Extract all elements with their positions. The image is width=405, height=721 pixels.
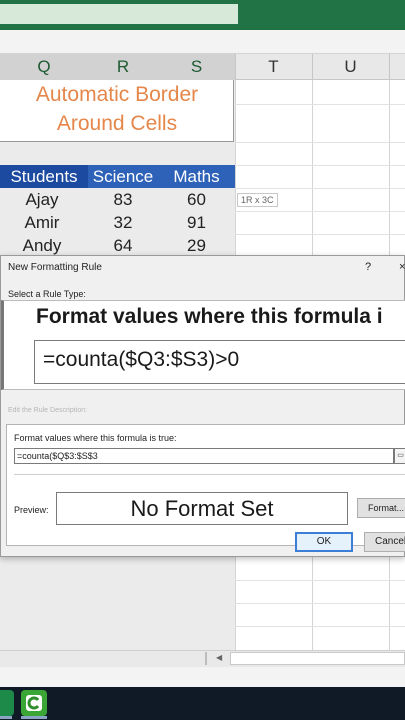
header-cell-science[interactable]: Science xyxy=(88,165,158,188)
zoomed-rule-panel: Format values where this formula i =coun… xyxy=(1,300,405,390)
grid-line xyxy=(235,165,405,166)
grid-line xyxy=(235,104,405,105)
cell-student[interactable]: Amir xyxy=(0,211,84,234)
cell-maths[interactable]: 29 xyxy=(158,234,235,257)
format-values-label: Format values where this formula is true… xyxy=(14,433,177,443)
cell-science[interactable]: 64 xyxy=(88,234,158,257)
camtasia-icon[interactable] xyxy=(21,690,47,716)
divider xyxy=(14,474,405,475)
grid-line xyxy=(235,580,405,581)
formula-bar-strip[interactable] xyxy=(0,4,238,24)
table-row[interactable]: Andy 64 29 xyxy=(0,234,235,257)
taskbar xyxy=(0,687,405,720)
column-header-t[interactable]: T xyxy=(235,54,313,80)
column-header-r[interactable]: R xyxy=(88,54,159,82)
camtasia-glyph xyxy=(26,695,42,711)
format-button[interactable]: Format... xyxy=(357,498,405,518)
zoomed-format-values-label: Format values where this formula i xyxy=(36,305,383,328)
sheet-title-line-1: Automatic Border xyxy=(35,83,199,106)
column-headers: Q R S T U xyxy=(0,54,405,82)
column-header-s[interactable]: S xyxy=(158,54,236,82)
zoomed-formula-text: =counta($Q3:$S3)>0 xyxy=(43,348,240,371)
rule-type-label: Select a Rule Type: xyxy=(8,289,86,299)
grid-line xyxy=(235,626,405,627)
title-cell[interactable]: Automatic Border Around Cells xyxy=(0,80,234,142)
cell-science[interactable]: 32 xyxy=(88,211,158,234)
horizontal-scrollbar[interactable] xyxy=(230,652,405,665)
header-cell-students[interactable]: Students xyxy=(0,165,88,188)
active-app-indicator xyxy=(21,716,47,719)
dialog-title: New Formatting Rule xyxy=(8,262,102,273)
excel-icon[interactable] xyxy=(0,690,14,716)
table-row[interactable]: Amir 32 91 xyxy=(0,211,235,234)
grid-line xyxy=(235,211,405,212)
grid-line xyxy=(235,142,405,143)
preview-box: No Format Set xyxy=(56,492,348,525)
zoomed-formula-input[interactable]: =counta($Q3:$S3)>0 xyxy=(34,340,405,384)
cell-maths[interactable]: 60 xyxy=(158,188,235,211)
column-header-q[interactable]: Q xyxy=(0,54,89,82)
table-row[interactable]: Ajay 83 60 xyxy=(0,188,235,211)
active-app-indicator xyxy=(0,716,12,719)
ribbon-gap xyxy=(0,30,405,54)
range-select-icon[interactable]: ▭ xyxy=(394,448,405,464)
status-bar xyxy=(0,667,405,687)
cell-student[interactable]: Ajay xyxy=(0,188,84,211)
new-formatting-rule-dialog: New Formatting Rule ? × Select a Rule Ty… xyxy=(0,255,405,557)
preview-label: Preview: xyxy=(14,505,49,515)
selection-size-tooltip: 1R x 3C xyxy=(237,193,278,207)
grid-line xyxy=(235,234,405,235)
column-header-u[interactable]: U xyxy=(312,54,390,80)
rule-description-label: Edit the Rule Description: xyxy=(8,407,87,414)
grid-line xyxy=(235,603,405,604)
close-icon[interactable]: × xyxy=(399,261,405,273)
cell-student[interactable]: Andy xyxy=(0,234,84,257)
help-button[interactable]: ? xyxy=(365,261,371,273)
sheet-title-line-2: Around Cells xyxy=(56,112,178,135)
cell-maths[interactable]: 91 xyxy=(158,211,235,234)
ok-button[interactable]: OK xyxy=(295,532,353,552)
grid-line xyxy=(235,188,405,189)
scroll-left-arrow-icon[interactable]: ◀ xyxy=(216,653,222,662)
formula-input[interactable]: =counta($Q$3:$S$3 xyxy=(14,448,394,464)
rule-description-panel: Format values where this formula is true… xyxy=(6,424,405,546)
table-header-row[interactable]: Students Science Maths xyxy=(0,165,235,188)
header-cell-maths[interactable]: Maths xyxy=(158,165,235,188)
cancel-button[interactable]: Cancel xyxy=(364,532,405,552)
scroll-splitter[interactable] xyxy=(205,652,207,665)
cell-science[interactable]: 83 xyxy=(88,188,158,211)
